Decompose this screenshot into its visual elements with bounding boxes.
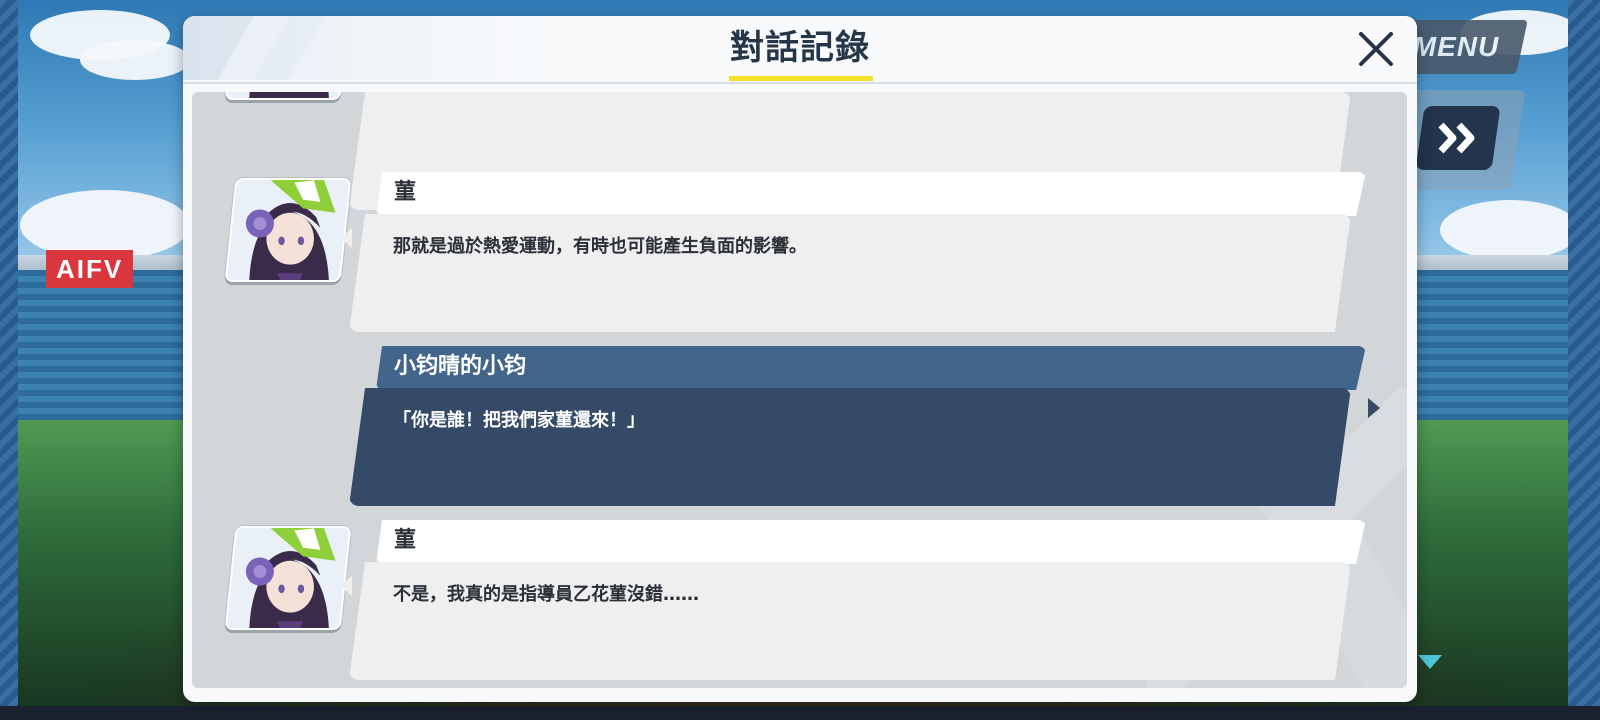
avatar-icon bbox=[224, 526, 352, 630]
header-divider bbox=[183, 82, 1417, 84]
fast-forward-icon bbox=[1438, 122, 1475, 154]
triangle-down-icon bbox=[1418, 655, 1442, 669]
stadium-sign: AIFV bbox=[46, 250, 134, 288]
dialog-text: 不是，我真的是指導員乙花菫沒錯…… bbox=[349, 562, 1351, 680]
panel-header: 對話記錄 bbox=[183, 16, 1417, 81]
log-scroll-area[interactable]: 菫 那就是過於熱愛運動，有時也可能產生負面的影響。 小钧晴的小钧 「你是誰！把我… bbox=[192, 92, 1407, 688]
avatar-icon bbox=[224, 92, 352, 100]
close-button[interactable] bbox=[1351, 24, 1401, 74]
dialog-log-panel: 對話記錄 菫 那就是過於熱愛運動，有時也可能產生負面的影響。 小钧晴的小钧 「你… bbox=[183, 16, 1417, 702]
right-border-stripe bbox=[1568, 0, 1600, 720]
dialog-text: 那就是過於熱愛運動，有時也可能產生負面的影響。 bbox=[349, 214, 1351, 332]
speaker-name: 菫 bbox=[376, 520, 1366, 564]
close-icon bbox=[1359, 32, 1393, 66]
skip-button[interactable] bbox=[1415, 106, 1501, 170]
speaker-name: 菫 bbox=[376, 172, 1366, 216]
left-border-stripe bbox=[0, 0, 18, 720]
cloud bbox=[1440, 200, 1580, 260]
page-title: 對話記錄 bbox=[730, 28, 870, 68]
speaker-name: 小钧晴的小钧 bbox=[376, 346, 1366, 390]
bubble-tail bbox=[340, 228, 352, 248]
bottom-bar bbox=[0, 706, 1600, 720]
bubble-tail bbox=[340, 576, 352, 596]
title-underline bbox=[729, 76, 873, 81]
dialog-text: 「你是誰！把我們家菫還來！」 bbox=[349, 388, 1351, 506]
cloud bbox=[80, 40, 190, 80]
bubble-tail bbox=[1368, 398, 1380, 418]
avatar-icon bbox=[224, 178, 352, 282]
